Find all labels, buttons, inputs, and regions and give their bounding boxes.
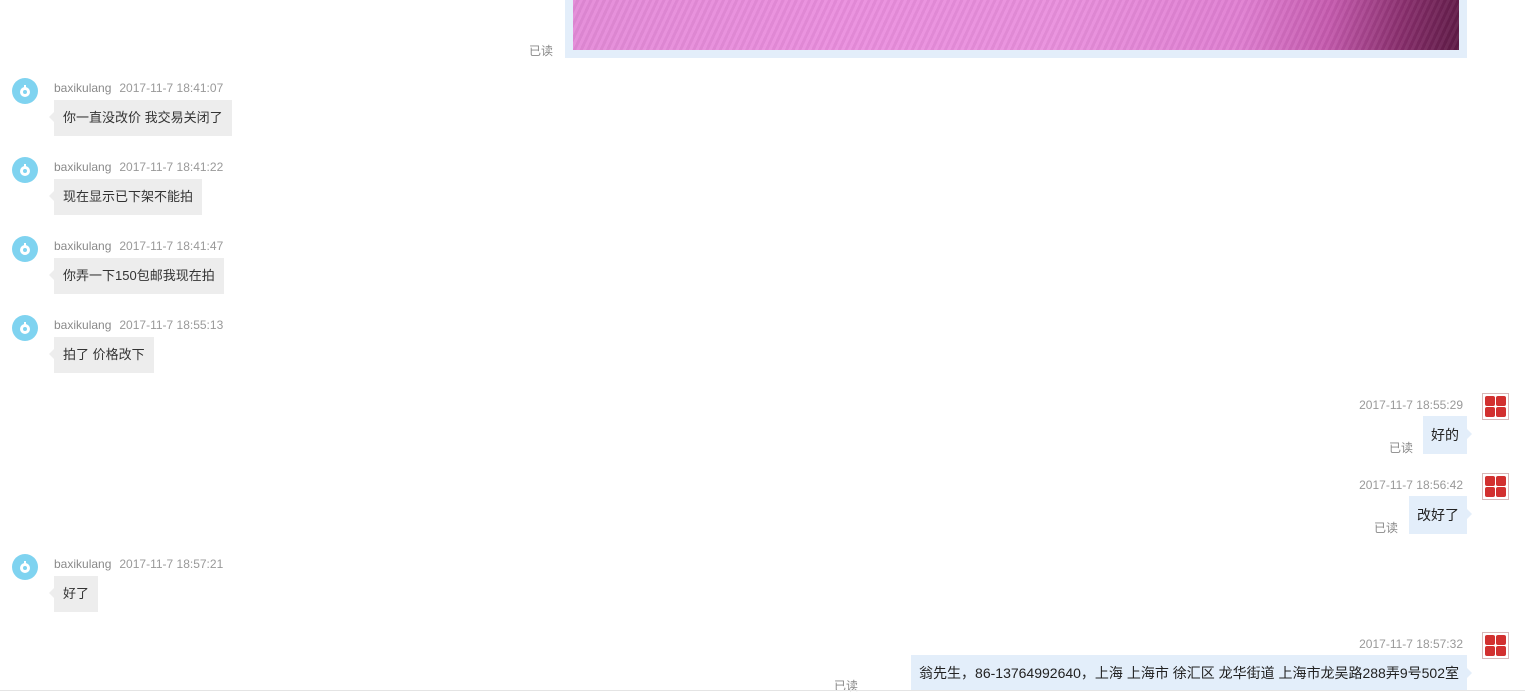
message-outgoing: 2017-11-7 18:57:32 翁先生，86-13764992640，上海…	[613, 632, 1513, 693]
read-status: 已读	[1373, 521, 1398, 535]
read-status: 已读	[1388, 441, 1413, 455]
message-bubble: 现在显示已下架不能拍	[48, 179, 203, 215]
contact-avatar[interactable]	[12, 78, 38, 104]
contact-avatar-icon	[20, 243, 30, 255]
message-bubble: 你弄一下150包邮我现在拍	[49, 258, 224, 294]
divider	[0, 690, 1525, 691]
message-time: 2017-11-7 18:41:07	[119, 81, 224, 95]
message-time: 2017-11-7 18:41:47	[119, 239, 224, 253]
contact-avatar[interactable]	[12, 236, 38, 262]
message-meta: baxikulang 2017-11-7 18:55:13	[54, 318, 223, 332]
sender-name[interactable]: baxikulang	[54, 160, 111, 174]
message-bubble: 好的	[1423, 416, 1472, 454]
contact-avatar[interactable]	[12, 315, 38, 341]
message-time: 2017-11-7 18:41:22	[119, 160, 224, 174]
message-time: 2017-11-7 18:55:29	[1359, 398, 1463, 412]
message-bubble: 你一直没改价 我交易关闭了	[49, 100, 232, 136]
message-meta: baxikulang 2017-11-7 18:57:21	[54, 557, 223, 571]
contact-avatar[interactable]	[12, 554, 38, 580]
message-outgoing: 2017-11-7 18:55:29 好的 已读	[913, 393, 1513, 457]
user-avatar[interactable]	[1482, 393, 1509, 420]
message-bubble: 改好了	[1409, 496, 1472, 534]
message-time: 2017-11-7 18:57:32	[1359, 637, 1463, 651]
message-bubble: 翁先生，86-13764992640，上海 上海市 徐汇区 龙华街道 上海市龙吴…	[911, 655, 1472, 691]
sender-name[interactable]: baxikulang	[54, 318, 111, 332]
contact-avatar-icon	[20, 561, 30, 573]
message-meta: baxikulang 2017-11-7 18:41:07	[54, 81, 223, 95]
sender-name[interactable]: baxikulang	[54, 557, 111, 571]
image-message-bubble[interactable]	[565, 0, 1467, 58]
message-time: 2017-11-7 18:55:13	[119, 318, 224, 332]
user-avatar[interactable]	[1482, 632, 1509, 659]
message-photo[interactable]	[573, 0, 1459, 50]
message-bubble: 拍了 价格改下	[49, 337, 154, 373]
contact-avatar[interactable]	[12, 157, 38, 183]
read-status: 已读	[529, 44, 554, 58]
message-bubble: 好了	[48, 576, 99, 612]
message-time: 2017-11-7 18:56:42	[1359, 478, 1463, 492]
contact-avatar-icon	[20, 85, 30, 97]
message-outgoing: 2017-11-7 18:56:42 改好了 已读	[913, 473, 1513, 537]
user-avatar[interactable]	[1482, 473, 1509, 500]
message-time: 2017-11-7 18:57:21	[119, 557, 224, 571]
message-meta: baxikulang 2017-11-7 18:41:22	[54, 160, 223, 174]
sender-name[interactable]: baxikulang	[54, 239, 111, 253]
contact-avatar-icon	[20, 164, 30, 176]
message-meta: baxikulang 2017-11-7 18:41:47	[54, 239, 223, 253]
sender-name[interactable]: baxikulang	[54, 81, 111, 95]
contact-avatar-icon	[20, 322, 30, 334]
